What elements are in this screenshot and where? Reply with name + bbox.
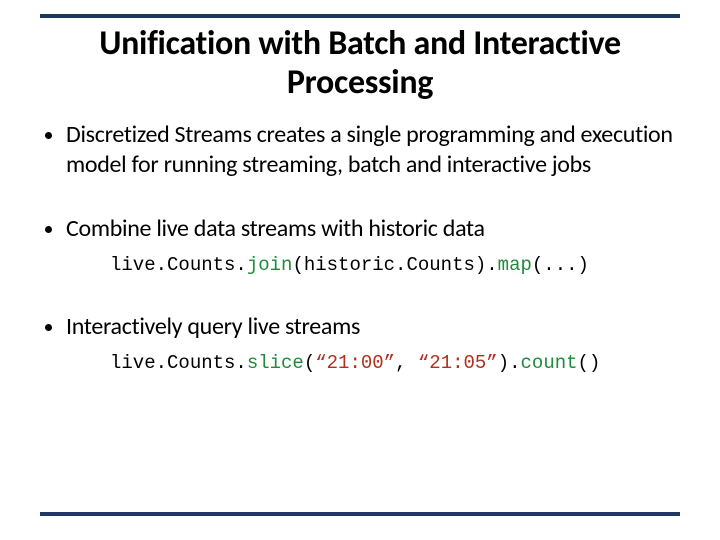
code-token: live.Counts. bbox=[110, 254, 247, 276]
slide-title: Unification with Batch and Interactive P… bbox=[80, 24, 640, 102]
code-token: () bbox=[578, 352, 601, 374]
code-function: count bbox=[521, 352, 578, 374]
slide: Unification with Batch and Interactive P… bbox=[0, 0, 720, 540]
bullet-text: Discretized Streams creates a single pro… bbox=[66, 120, 673, 179]
code-token: live.Counts. bbox=[110, 352, 247, 374]
divider-bottom bbox=[40, 512, 680, 516]
code-function: join bbox=[247, 254, 293, 276]
code-line: live.Counts.join(historic.Counts).map(..… bbox=[110, 254, 680, 278]
bullet-list: Discretized Streams creates a single pro… bbox=[40, 120, 680, 376]
code-token: ). bbox=[498, 352, 521, 374]
bullet-item: Discretized Streams creates a single pro… bbox=[66, 120, 680, 180]
bullet-text: Interactively query live streams bbox=[66, 312, 360, 341]
code-function: map bbox=[498, 254, 532, 276]
code-string: “21:00” bbox=[315, 352, 395, 374]
bullet-item: Interactively query live streams live.Co… bbox=[66, 312, 680, 376]
code-token: (historic.Counts). bbox=[292, 254, 497, 276]
code-function: slice bbox=[247, 352, 304, 374]
code-token: (...) bbox=[532, 254, 589, 276]
bullet-item: Combine live data streams with historic … bbox=[66, 214, 680, 278]
divider-top bbox=[40, 14, 680, 18]
code-line: live.Counts.slice(“21:00”, “21:05”).coun… bbox=[110, 352, 680, 376]
code-token: , bbox=[395, 352, 418, 374]
code-string: “21:05” bbox=[418, 352, 498, 374]
code-token: ( bbox=[304, 352, 315, 374]
bullet-text: Combine live data streams with historic … bbox=[66, 214, 485, 243]
